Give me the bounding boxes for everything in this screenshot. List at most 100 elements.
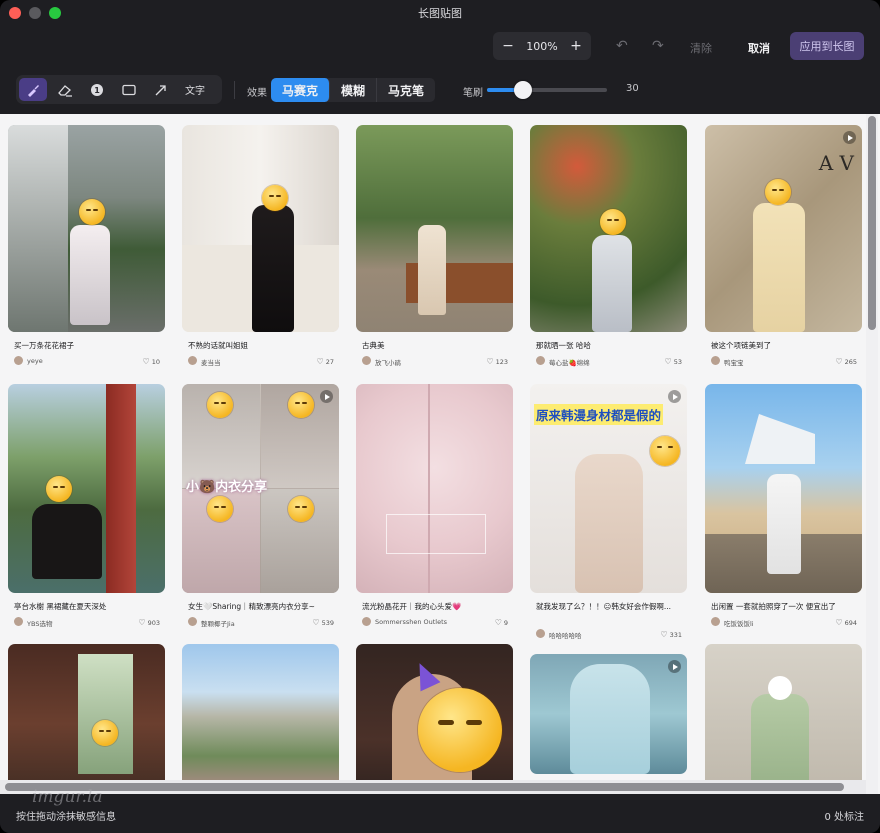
vertical-scroll-thumb[interactable] bbox=[868, 116, 876, 330]
laughing-emoji bbox=[650, 436, 680, 466]
face-cover-emoji bbox=[262, 185, 288, 211]
feed-photo bbox=[8, 384, 165, 593]
like-count[interactable]: 694 bbox=[835, 618, 857, 627]
rectangle-tool[interactable] bbox=[115, 78, 143, 101]
maximize-window-button[interactable] bbox=[49, 7, 61, 19]
zoom-out-button[interactable]: − bbox=[501, 38, 515, 54]
username: yeye bbox=[27, 357, 43, 365]
effect-blur[interactable]: 模糊 bbox=[330, 78, 378, 102]
effect-marker[interactable]: 马克笔 bbox=[377, 78, 435, 102]
feed-card[interactable]: 不熟的话就叫姐姐 麦当当 27 bbox=[182, 125, 339, 373]
card-meta: 整颗椰子Jia 539 bbox=[188, 617, 334, 628]
feed-card[interactable]: 小🐻内衣分享 女生🤍Sharing｜精致漂亮内衣分享~ 整颗椰子Jia 539 bbox=[182, 384, 339, 634]
card-caption: 那就晒一张 哈哈 bbox=[536, 341, 591, 350]
annotation-count: 0 处标注 bbox=[824, 812, 864, 823]
feed-photo bbox=[705, 384, 862, 593]
like-count[interactable]: 331 bbox=[660, 630, 682, 639]
step-number-tool[interactable]: 1 bbox=[83, 78, 111, 101]
like-count[interactable]: 9 bbox=[495, 618, 508, 627]
feed-card[interactable]: 亭台水榭 黑裙藏在夏天深处 YBS选物 903 bbox=[8, 384, 165, 634]
horizontal-scrollbar[interactable] bbox=[0, 780, 866, 794]
feed-card[interactable] bbox=[182, 644, 339, 794]
step-number-label: 1 bbox=[94, 86, 100, 95]
feed-photo bbox=[8, 644, 165, 794]
wall-lettering: A V bbox=[818, 151, 854, 175]
feed-photo bbox=[530, 654, 687, 774]
horizontal-scroll-thumb[interactable] bbox=[5, 783, 844, 791]
card-meta: 放飞小鹃 123 bbox=[362, 356, 508, 367]
watermark: imgur.la bbox=[32, 787, 103, 807]
window-controls bbox=[9, 7, 61, 19]
avatar bbox=[14, 356, 23, 365]
feed-photo: A V bbox=[705, 125, 862, 332]
brush-size-slider[interactable] bbox=[487, 81, 607, 99]
brush-icon bbox=[28, 84, 39, 97]
card-caption: 就我发现了么？！！😑韩女好会作假啊... bbox=[536, 602, 671, 611]
face-cover-emoji bbox=[207, 392, 233, 418]
zoom-in-button[interactable]: + bbox=[569, 38, 583, 54]
tool-group: 1 文字 bbox=[16, 75, 222, 104]
feed-card[interactable] bbox=[356, 644, 513, 794]
username: Sommersshen Outlets bbox=[375, 618, 448, 626]
avatar bbox=[362, 356, 371, 365]
feed-card[interactable]: A V 被这个项链美到了 鸭宝宝 265 bbox=[705, 125, 862, 373]
redo-icon[interactable]: ↷ bbox=[652, 38, 664, 54]
feed-card[interactable]: 原来韩漫身材都是假的 就我发现了么？！！😑韩女好会作假啊... 哈哈哈哈哈 33… bbox=[530, 384, 687, 640]
feed-card[interactable]: 古典美 放飞小鹃 123 bbox=[356, 125, 513, 373]
like-count[interactable]: 27 bbox=[317, 357, 334, 366]
username: 吃饭饭饭li bbox=[724, 620, 754, 628]
feed-card[interactable]: 买一万条花花裙子 yeye 10 bbox=[8, 125, 165, 373]
feed-photo bbox=[530, 125, 687, 332]
photo-overlay-text: 原来韩漫身材都是假的 bbox=[534, 404, 664, 425]
feed-card[interactable] bbox=[705, 644, 862, 794]
brush-tool[interactable] bbox=[19, 78, 47, 101]
apply-to-long-image-button[interactable]: 应用到长图 bbox=[790, 32, 864, 60]
effect-selector: 马赛克 模糊 马克笔 bbox=[271, 78, 436, 102]
like-count[interactable]: 10 bbox=[143, 357, 160, 366]
arrow-tool[interactable] bbox=[147, 78, 175, 101]
video-indicator-icon bbox=[668, 660, 681, 673]
like-count[interactable]: 123 bbox=[486, 357, 508, 366]
arrow-icon bbox=[155, 84, 166, 95]
text-tool[interactable]: 文字 bbox=[185, 82, 205, 97]
rectangle-icon bbox=[122, 84, 136, 95]
feed-photo bbox=[356, 644, 513, 794]
like-count[interactable]: 539 bbox=[312, 618, 334, 627]
close-window-button[interactable] bbox=[9, 7, 21, 19]
avatar bbox=[536, 629, 545, 638]
clear-button[interactable]: 清除 bbox=[690, 40, 712, 56]
like-count[interactable]: 903 bbox=[138, 618, 160, 627]
avatar bbox=[711, 356, 720, 365]
like-count[interactable]: 53 bbox=[665, 357, 682, 366]
slider-knob[interactable] bbox=[514, 81, 532, 99]
feed-card[interactable]: 那就晒一张 哈哈 莓心盐🍓绵绵 53 bbox=[530, 125, 687, 373]
avatar bbox=[188, 617, 197, 626]
card-caption: 古典美 bbox=[362, 341, 385, 350]
face-cover-emoji bbox=[79, 199, 105, 225]
feed-card[interactable] bbox=[530, 654, 687, 794]
card-meta: 莓心盐🍓绵绵 53 bbox=[536, 356, 682, 367]
face-cover-emoji bbox=[288, 392, 314, 418]
card-caption: 出闲置 一套就拍照穿了一次 便宜出了 bbox=[711, 602, 836, 611]
feed-card[interactable]: 出闲置 一套就拍照穿了一次 便宜出了 吃饭饭饭li 694 bbox=[705, 384, 862, 634]
feed-photo: 原来韩漫身材都是假的 bbox=[530, 384, 687, 593]
video-indicator-icon bbox=[843, 131, 856, 144]
action-bar: − 100% + ↶ ↷ 清除 取消 应用到长图 bbox=[0, 32, 880, 62]
feed-card[interactable] bbox=[8, 644, 165, 794]
card-meta: Sommersshen Outlets 9 bbox=[362, 617, 508, 627]
video-indicator-icon bbox=[668, 390, 681, 403]
vertical-scrollbar[interactable] bbox=[866, 114, 878, 794]
undo-icon[interactable]: ↶ bbox=[616, 38, 628, 54]
effect-mosaic[interactable]: 马赛克 bbox=[271, 78, 331, 102]
feed-photo: 小🐻内衣分享 bbox=[182, 384, 339, 593]
face-cover-circle bbox=[768, 676, 792, 700]
feed-card[interactable]: 流光粉晶花开｜我的心头爱💗 Sommersshen Outlets 9 bbox=[356, 384, 513, 634]
avatar bbox=[711, 617, 720, 626]
long-image-canvas[interactable]: 买一万条花花裙子 yeye 10 不熟的话就叫姐姐 麦当当 27 bbox=[0, 114, 880, 794]
like-count[interactable]: 265 bbox=[835, 357, 857, 366]
minimize-window-button[interactable] bbox=[29, 7, 41, 19]
cancel-button[interactable]: 取消 bbox=[748, 40, 770, 56]
eraser-tool[interactable] bbox=[51, 78, 79, 101]
feed-photo bbox=[182, 644, 339, 794]
card-meta: 哈哈哈哈哈 331 bbox=[536, 629, 682, 640]
